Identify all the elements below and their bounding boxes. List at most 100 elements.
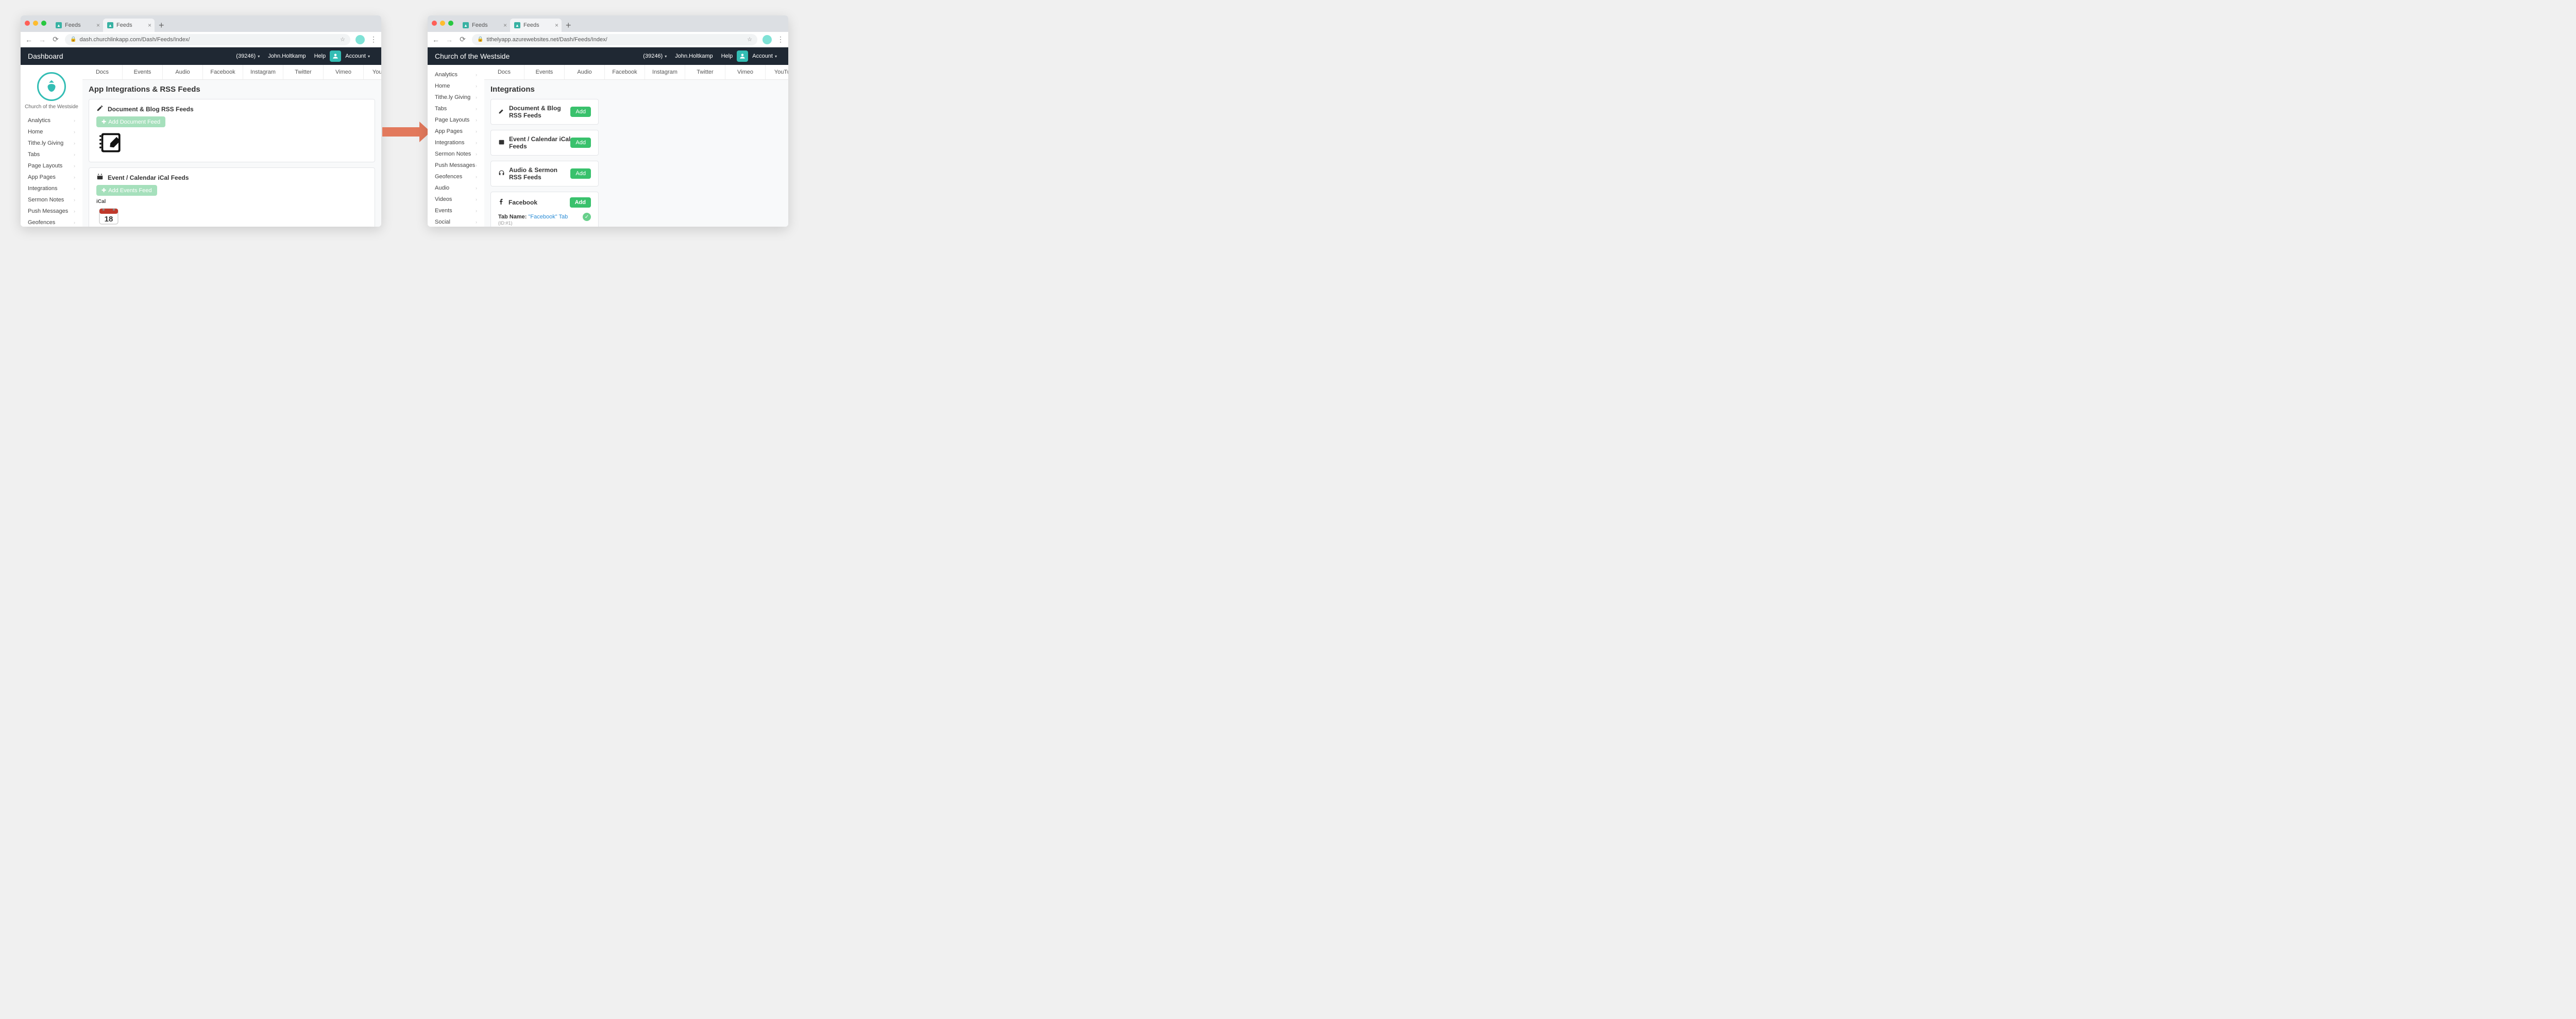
sidebar-item[interactable]: Audio› <box>428 182 484 194</box>
integration-tab[interactable]: Vimeo <box>324 65 364 79</box>
window-controls[interactable] <box>25 21 46 26</box>
account-dropdown[interactable]: Account▾ <box>748 53 781 59</box>
sidebar-item-label: Geofences <box>28 219 55 226</box>
org-id-dropdown[interactable]: (39246)▾ <box>639 53 671 59</box>
integration-tab[interactable]: YouTube <box>364 65 381 79</box>
integration-tab[interactable]: YouTube <box>766 65 788 79</box>
integration-tab[interactable]: Instagram <box>243 65 283 79</box>
sidebar-item[interactable]: Integrations› <box>21 183 82 194</box>
bookmark-icon[interactable]: ☆ <box>747 36 752 43</box>
add-events-feed-button[interactable]: ✚ Add Events Feed <box>96 185 157 196</box>
chevron-right-icon: › <box>74 197 75 202</box>
forward-icon[interactable]: → <box>38 36 46 44</box>
browser-tab[interactable]: ▲ Feeds × <box>52 19 103 32</box>
reload-icon[interactable]: ⟳ <box>459 35 467 44</box>
sidebar-item[interactable]: Sermon Notes› <box>21 194 82 206</box>
reload-icon[interactable]: ⟳ <box>52 35 60 44</box>
integration-tab[interactable]: Twitter <box>283 65 324 79</box>
user-name[interactable]: John.Holtkamp <box>264 53 310 59</box>
sidebar-item[interactable]: Page Layouts› <box>428 114 484 126</box>
new-tab-button[interactable]: + <box>155 20 168 31</box>
sidebar-item[interactable]: Videos› <box>428 194 484 205</box>
org-id-dropdown[interactable]: (39246)▾ <box>232 53 264 59</box>
back-icon[interactable]: ← <box>432 36 440 44</box>
integration-tab[interactable]: Twitter <box>685 65 725 79</box>
content-area[interactable]: DocsEventsAudioFacebookInstagramTwitterV… <box>82 65 381 227</box>
window-controls[interactable] <box>432 21 453 26</box>
sidebar-item[interactable]: Tabs› <box>21 149 82 160</box>
browser-tab[interactable]: ▲ Feeds × <box>103 19 155 32</box>
sidebar-item[interactable]: Integrations› <box>428 137 484 148</box>
tab-name-link[interactable]: "Facebook" Tab <box>528 214 568 220</box>
forward-icon[interactable]: → <box>445 36 453 44</box>
integration-tab[interactable]: Docs <box>82 65 123 79</box>
add-button[interactable]: Add <box>570 168 591 179</box>
sidebar-item[interactable]: Sermon Notes› <box>428 148 484 160</box>
sidebar-item[interactable]: Tithe.ly Giving› <box>428 92 484 103</box>
address-bar[interactable]: 🔒 dash.churchlinkapp.com/Dash/Feeds/Inde… <box>65 34 350 45</box>
minimize-dot[interactable] <box>440 21 445 26</box>
browser-tab[interactable]: ▲ Feeds × <box>510 19 562 32</box>
close-tab-icon[interactable]: × <box>555 22 558 28</box>
minimize-dot[interactable] <box>33 21 38 26</box>
sidebar-item[interactable]: Social› <box>428 216 484 227</box>
chevron-right-icon: › <box>74 186 75 191</box>
add-document-feed-button[interactable]: ✚ Add Document Feed <box>96 116 165 127</box>
content-area[interactable]: DocsEventsAudioFacebookInstagramTwitterV… <box>484 65 788 227</box>
add-button[interactable]: Add <box>570 138 591 148</box>
account-dropdown[interactable]: Account▾ <box>341 53 374 59</box>
sidebar-item[interactable]: Home› <box>21 126 82 138</box>
integration-tab[interactable]: Docs <box>484 65 524 79</box>
sidebar-item[interactable]: Geofences› <box>21 217 82 227</box>
extension-icon[interactable] <box>762 35 772 44</box>
back-icon[interactable]: ← <box>25 36 33 44</box>
url-text: dash.churchlinkapp.com/Dash/Feeds/Index/ <box>79 37 190 43</box>
extension-icon[interactable] <box>355 35 365 44</box>
sidebar-item[interactable]: Home› <box>428 80 484 92</box>
sidebar-item[interactable]: Analytics› <box>428 69 484 80</box>
account-avatar-icon[interactable] <box>330 50 341 62</box>
add-button[interactable]: Add <box>570 107 591 117</box>
integration-tab[interactable]: Facebook <box>605 65 645 79</box>
close-tab-icon[interactable]: × <box>148 22 151 28</box>
integration-tab[interactable]: Events <box>123 65 163 79</box>
browser-menu-icon[interactable]: ⋮ <box>777 35 784 44</box>
sidebar-item[interactable]: App Pages› <box>428 126 484 137</box>
browser-menu-icon[interactable]: ⋮ <box>370 35 377 44</box>
sidebar-item-label: Page Layouts <box>28 163 62 169</box>
close-dot[interactable] <box>432 21 437 26</box>
integration-tab[interactable]: Audio <box>163 65 203 79</box>
sidebar-item-label: Events <box>435 208 452 214</box>
zoom-dot[interactable] <box>41 21 46 26</box>
help-link[interactable]: Help <box>717 53 737 59</box>
favicon: ▲ <box>514 22 520 28</box>
sidebar-item[interactable]: Tabs› <box>428 103 484 114</box>
sidebar-item[interactable]: App Pages› <box>21 172 82 183</box>
integration-tab[interactable]: Vimeo <box>725 65 766 79</box>
chevron-right-icon: › <box>74 129 75 134</box>
zoom-dot[interactable] <box>448 21 453 26</box>
help-link[interactable]: Help <box>310 53 330 59</box>
address-bar[interactable]: 🔒 tithelyapp.azurewebsites.net/Dash/Feed… <box>472 34 757 45</box>
integration-tab[interactable]: Facebook <box>203 65 243 79</box>
sidebar-item[interactable]: Tithe.ly Giving› <box>21 138 82 149</box>
integration-tab[interactable]: Instagram <box>645 65 685 79</box>
sidebar-item[interactable]: Analytics› <box>21 115 82 126</box>
sidebar-item[interactable]: Push Messages› <box>21 206 82 217</box>
new-tab-button[interactable]: + <box>562 20 575 31</box>
sidebar-item[interactable]: Page Layouts› <box>21 160 82 172</box>
sidebar-item[interactable]: Events› <box>428 205 484 216</box>
sidebar-item[interactable]: Geofences› <box>428 171 484 182</box>
close-tab-icon[interactable]: × <box>96 22 100 28</box>
account-avatar-icon[interactable] <box>737 50 748 62</box>
close-dot[interactable] <box>25 21 30 26</box>
bookmark-icon[interactable]: ☆ <box>340 36 345 43</box>
close-tab-icon[interactable]: × <box>503 22 507 28</box>
user-name[interactable]: John.Holtkamp <box>671 53 717 59</box>
integration-tab[interactable]: Events <box>524 65 565 79</box>
sidebar-item[interactable]: Push Messages› <box>428 160 484 171</box>
integration-tab[interactable]: Audio <box>565 65 605 79</box>
browser-tab[interactable]: ▲ Feeds × <box>459 19 510 32</box>
tab-title: Feeds <box>472 22 488 28</box>
add-button[interactable]: Add <box>570 197 591 208</box>
